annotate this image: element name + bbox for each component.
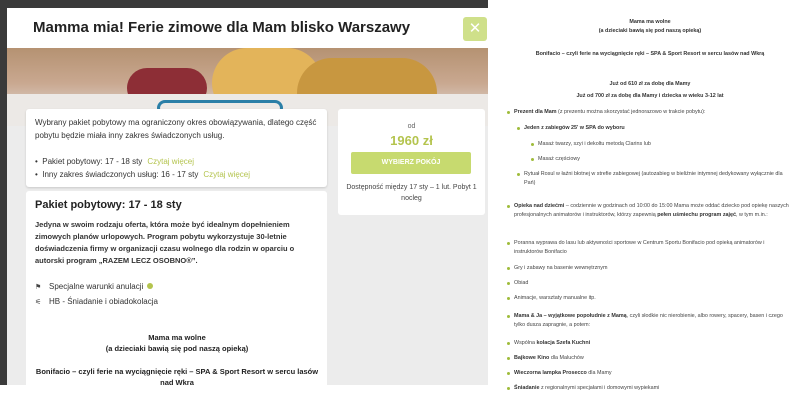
board-feature: ⚟ HB - Śniadanie i obiadokolacja xyxy=(35,297,158,306)
item-bold: Opieka nad dziećmi xyxy=(514,203,565,209)
price-box: od 1960 zł WYBIERZ POKÓJ Dostępność międ… xyxy=(338,109,485,215)
item-bold: pełen uśmiechu program zajęć xyxy=(657,212,737,218)
validity-notice: Wybrany pakiet pobytowy ma ograniczony o… xyxy=(26,109,327,187)
item-text: Poranna wyprawa do lasu lub aktywności s… xyxy=(514,240,765,255)
item-bold: Śniadanie xyxy=(514,385,540,391)
bullet xyxy=(507,387,510,390)
list-item: Poranna wyprawa do lasu lub aktywności s… xyxy=(507,239,794,257)
item-text: dla Maluchów xyxy=(549,355,584,361)
price-value: 1960 zł xyxy=(390,133,433,148)
bullet xyxy=(507,342,510,345)
notice-list: • Pakiet pobytowy: 17 - 18 sty Czytaj wię… xyxy=(35,155,250,181)
item-text: Obiad xyxy=(514,280,529,286)
package-description: Jedyna w swoim rodzaju oferta, która moż… xyxy=(35,220,295,265)
list-item: Bajkowe Kino dla Maluchów xyxy=(507,354,794,363)
bullet xyxy=(507,205,510,208)
package-subheading: (a dzieciaki bawią się pod naszą opieką) xyxy=(105,344,249,353)
read-more-link[interactable]: Czytaj więcej xyxy=(147,157,194,166)
bullet xyxy=(507,315,510,318)
bullet xyxy=(507,372,510,375)
choose-room-button[interactable]: WYBIERZ POKÓJ xyxy=(351,152,471,174)
feature-text: HB - Śniadanie i obiadokolacja xyxy=(49,297,158,306)
notice-item-text: Inny zakres świadczonych usług: 16 - 17 … xyxy=(42,170,199,179)
list-item: Animacje, warsztaty manualne itp. xyxy=(507,294,794,303)
package-heading: Mama ma wolne xyxy=(148,333,206,342)
item-text: Masaż częściowy xyxy=(538,156,580,162)
list-item: Gry i zabawy na basenie wewnętrznym xyxy=(507,264,794,273)
list-item: Masaż częściowy xyxy=(531,155,788,164)
modal-title: Mamma mia! Ferie zimowe dla Mam blisko W… xyxy=(33,19,411,36)
price-line-1: Już od 610 zł za dobę dla Mamy xyxy=(609,81,691,87)
item-text: z regionalnymi specjałami i domowymi wyp… xyxy=(539,385,660,391)
cutlery-icon: ⚟ xyxy=(35,299,42,306)
cancellation-feature: ⚑ Specjalne warunki anulacji xyxy=(35,282,154,291)
bullet xyxy=(507,111,510,114)
bullet xyxy=(507,242,510,245)
offer-description-page: Mama ma wolne (a dzieciaki bawią się pod… xyxy=(500,0,800,403)
item-text: , w tym m.in.: xyxy=(736,212,768,218)
item-text: Animacje, warsztaty manualne itp. xyxy=(514,295,596,301)
notice-item-text: Pakiet pobytowy: 17 - 18 sty xyxy=(42,157,143,166)
price-line-2: Już od 700 zł za dobę dla Mamy i dziecka… xyxy=(576,93,724,99)
list-item: Śniadanie z regionalnymi specjałami i do… xyxy=(507,384,794,393)
item-bold: Bajkowe Kino xyxy=(514,355,550,361)
page-footer-strip xyxy=(0,385,488,403)
list-item: Prezent dla Mam (z prezentu można skorzy… xyxy=(507,108,794,117)
right-resort-heading: Bonifacio – czyli ferie na wyciągnięcie … xyxy=(535,51,765,57)
item-text: Wspólna xyxy=(514,340,537,346)
background-page: Mamma mia! Ferie zimowe dla Mam blisko W… xyxy=(0,0,488,403)
bullet xyxy=(507,282,510,285)
item-text: Masaż twarzy, szyi i dekoltu metodą Clar… xyxy=(538,141,651,147)
item-text: (z prezentu można skorzystać jednorazowo… xyxy=(556,109,706,115)
feature-text: Specjalne warunki anulacji xyxy=(49,282,144,291)
item-bold: kolacja Szefa Kuchni xyxy=(536,340,591,346)
bullet xyxy=(507,267,510,270)
item-bold: Jeden z zabiegów 25' w SPA do wyboru xyxy=(524,125,625,131)
right-subheading: (a dzieciaki bawią się pod naszą opieką) xyxy=(598,28,702,34)
item-bold: Prezent dla Mam xyxy=(514,109,557,115)
list-item: Opieka nad dziećmi – codziennie w godzin… xyxy=(507,202,794,220)
flag-icon: ⚑ xyxy=(35,284,42,291)
list-item: Masaż twarzy, szyi i dekoltu metodą Clar… xyxy=(531,140,788,149)
notice-item: • Pakiet pobytowy: 17 - 18 sty Czytaj wię… xyxy=(35,157,194,166)
bullet xyxy=(507,297,510,300)
notice-item: • Inny zakres świadczonych usług: 16 - 1… xyxy=(35,170,251,179)
item-bold: Wieczorna lampka Prosecco xyxy=(514,370,587,376)
modal-header: Mamma mia! Ferie zimowe dla Mam blisko W… xyxy=(7,8,488,48)
bullet xyxy=(507,357,510,360)
bullet xyxy=(531,158,534,161)
close-button[interactable]: ✕ xyxy=(463,17,487,41)
offer-modal: Mamma mia! Ferie zimowe dla Mam blisko W… xyxy=(7,8,488,388)
package-title: Pakiet pobytowy: 17 - 18 sty xyxy=(35,199,182,211)
item-text: Gry i zabawy na basenie wewnętrznym xyxy=(514,265,608,271)
read-more-link[interactable]: Czytaj więcej xyxy=(203,170,250,179)
bullet xyxy=(531,143,534,146)
price-label: od xyxy=(407,123,416,130)
list-item: Mama & Ja – wyjątkowe popołudnie z Mamą,… xyxy=(507,312,794,330)
list-item: Wspólna kolacja Szefa Kuchni xyxy=(507,339,794,348)
availability-text: Dostępność między 17 sty – 1 lut. Pobyt … xyxy=(346,184,477,202)
item-text: dla Mamy xyxy=(586,370,612,376)
list-item: Wieczorna lampka Prosecco dla Mamy xyxy=(507,369,794,378)
package-details: Pakiet pobytowy: 17 - 18 sty Jedyna w sw… xyxy=(26,191,327,388)
info-icon[interactable] xyxy=(147,283,154,289)
item-bold: Mama & Ja – wyjątkowe popołudnie z Mamą xyxy=(514,313,627,319)
notice-text: Wybrany pakiet pobytowy ma ograniczony o… xyxy=(35,118,317,140)
list-item: Jeden z zabiegów 25' w SPA do wyboru xyxy=(517,124,789,133)
list-item: Obiad xyxy=(507,279,794,288)
bullet xyxy=(517,173,520,176)
right-heading: Mama ma wolne xyxy=(629,19,671,25)
list-item: Rytuał Rosul w łaźni błotnej w strefie z… xyxy=(517,170,789,188)
item-text: Rytuał Rosul w łaźni błotnej w strefie z… xyxy=(524,171,783,186)
bullet xyxy=(517,127,520,130)
